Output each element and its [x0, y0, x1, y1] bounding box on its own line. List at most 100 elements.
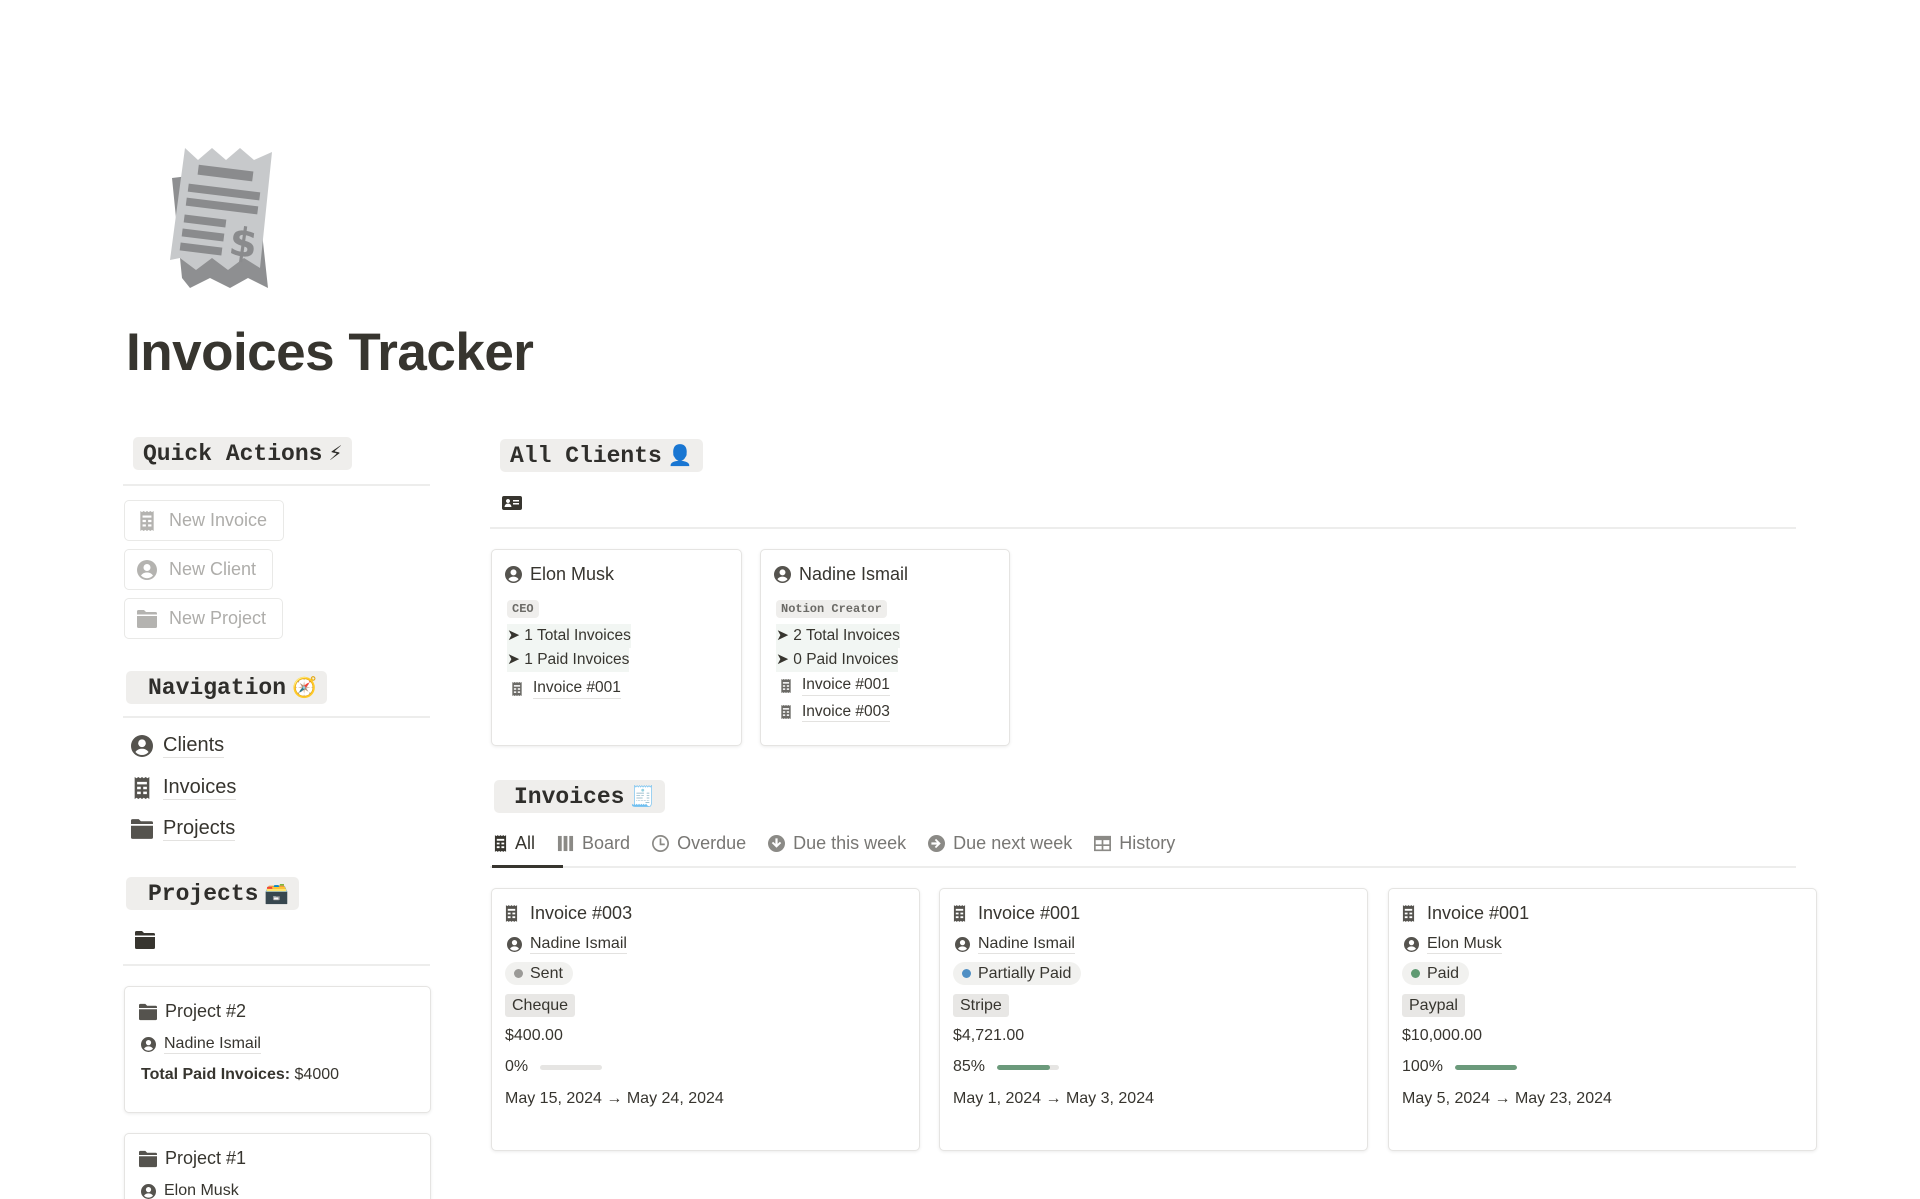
- invoice-card[interactable]: Invoice #001 Nadine Ismail Partially Pai…: [939, 888, 1368, 1151]
- invoice-title: Invoice #003: [505, 903, 906, 924]
- board-columns-icon: [557, 835, 574, 852]
- client-paid-invoices: ➤ 0 Paid Invoices: [776, 648, 899, 672]
- invoice-amount: $400.00: [505, 1027, 563, 1045]
- receipt-icon: [131, 777, 153, 799]
- client-card[interactable]: Elon Musk CEO ➤ 1 Total Invoices ➤ 1 Pai…: [491, 549, 742, 746]
- nav-link-projects[interactable]: Projects: [131, 816, 236, 841]
- status-dot: [1411, 969, 1420, 979]
- project-card[interactable]: Project #1 Elon Musk: [124, 1133, 431, 1199]
- payment-progress: 100%: [1402, 1058, 1803, 1076]
- tab-overdue[interactable]: Overdue: [652, 829, 746, 857]
- project-total-value: $4000: [294, 1066, 340, 1084]
- new-invoice-label: New Invoice: [169, 510, 268, 530]
- status-dot: [514, 969, 523, 979]
- invoice-client[interactable]: Nadine Ismail: [955, 934, 1354, 955]
- client-invoice-link[interactable]: Invoice #001: [780, 676, 996, 696]
- nav-link-clients[interactable]: Clients: [131, 733, 225, 758]
- progress-fill: [997, 1064, 1050, 1070]
- invoice-client-name: Nadine Ismail: [530, 934, 627, 955]
- folder-icon: [139, 1150, 157, 1168]
- tabs-divider: [490, 866, 1796, 868]
- user-circle-icon: [137, 560, 157, 580]
- divider: [123, 964, 430, 966]
- payment-method-tag: Cheque: [505, 994, 576, 1018]
- invoice-card[interactable]: Invoice #001 Elon Musk Paid Paypal $10,0…: [1388, 888, 1817, 1151]
- nav-link-label: Invoices: [163, 776, 237, 800]
- tab-all[interactable]: All: [494, 829, 535, 857]
- all-clients-heading-text: All Clients: [510, 443, 662, 469]
- invoice-client[interactable]: Nadine Ismail: [507, 934, 906, 955]
- invoice-client-name: Nadine Ismail: [978, 934, 1075, 955]
- new-client-label: New Client: [169, 559, 257, 579]
- new-invoice-button[interactable]: New Invoice: [124, 500, 285, 541]
- folder-icon: [137, 609, 157, 629]
- tab-label: History: [1119, 832, 1176, 853]
- invoice-title: Invoice #001: [953, 903, 1354, 924]
- projects-heading-text: Projects: [148, 881, 259, 907]
- tab-due-this-week[interactable]: Due this week: [768, 829, 906, 857]
- invoices-heading-text: Invoices: [514, 784, 625, 810]
- active-tab-indicator: [492, 865, 563, 868]
- compass-icon: 🧭: [292, 675, 317, 699]
- progress-label: 100%: [1402, 1058, 1443, 1076]
- all-clients-heading: All Clients 👤: [500, 439, 703, 472]
- user-circle-icon: [1404, 937, 1419, 952]
- progress-bar: [997, 1064, 1060, 1070]
- status-text: Paid: [1427, 964, 1460, 982]
- tab-label: All: [515, 832, 536, 853]
- project-client-name: Elon Musk: [164, 1181, 239, 1199]
- client-invoice-link[interactable]: Invoice #001: [511, 679, 728, 699]
- folder-icon[interactable]: [135, 931, 155, 949]
- tab-board[interactable]: Board: [557, 829, 630, 857]
- tab-label: Board: [582, 832, 631, 853]
- new-project-button[interactable]: New Project: [124, 598, 284, 639]
- receipt-icon: $: [160, 138, 280, 298]
- payment-method-tag: Stripe: [953, 994, 1009, 1018]
- project-total-paid: Total Paid Invoices: $4000: [141, 1066, 416, 1084]
- card-file-box-icon: 🗃️: [264, 881, 290, 905]
- progress-fill: [1454, 1064, 1517, 1070]
- invoice-card[interactable]: Invoice #003 Nadine Ismail Sent Cheque $…: [491, 888, 920, 1151]
- receipt-icon: [494, 835, 507, 852]
- contact-card-icon[interactable]: [502, 496, 522, 510]
- client-invoice-link[interactable]: Invoice #003: [780, 703, 996, 723]
- project-card[interactable]: Project #2 Nadine Ismail Total Paid Invo…: [124, 986, 431, 1113]
- divider: [490, 527, 1796, 529]
- user-circle-icon: [507, 937, 522, 952]
- status-dot: [962, 969, 971, 979]
- project-client[interactable]: Elon Musk: [141, 1181, 416, 1199]
- navigation-heading-text: Navigation: [148, 675, 287, 701]
- receipt-icon: [137, 511, 157, 531]
- nav-link-invoices[interactable]: Invoices: [131, 775, 237, 800]
- invoice-client[interactable]: Elon Musk: [1404, 934, 1803, 955]
- client-name-text: Nadine Ismail: [799, 564, 909, 584]
- progress-label: 85%: [953, 1058, 986, 1076]
- receipt-icon: [780, 705, 792, 719]
- projects-heading: Projects 🗃️: [126, 877, 300, 910]
- new-client-button[interactable]: New Client: [124, 549, 274, 590]
- client-invoice-label: Invoice #003: [802, 703, 890, 723]
- payment-progress: 85%: [953, 1058, 1354, 1076]
- tab-due-next-week[interactable]: Due next week: [928, 829, 1072, 857]
- client-card[interactable]: Nadine Ismail Notion Creator ➤ 2 Total I…: [760, 549, 1010, 746]
- project-title-text: Project #1: [165, 1148, 247, 1168]
- user-circle-icon: [141, 1037, 156, 1052]
- client-name-text: Elon Musk: [530, 564, 615, 584]
- client-total-invoices: ➤ 2 Total Invoices: [776, 624, 900, 648]
- table-icon: [1094, 835, 1111, 852]
- nav-link-label: Projects: [163, 817, 236, 841]
- lightning-icon: ⚡: [328, 441, 343, 465]
- nav-link-label: Clients: [163, 734, 225, 758]
- client-role-badge: CEO: [507, 600, 539, 618]
- status-text: Sent: [530, 964, 563, 982]
- user-circle-icon: [505, 566, 522, 583]
- new-project-label: New Project: [169, 608, 267, 628]
- status-text: Partially Paid: [978, 964, 1072, 982]
- progress-bar: [540, 1064, 603, 1070]
- client-total-invoices: ➤ 1 Total Invoices: [507, 624, 631, 648]
- project-client[interactable]: Nadine Ismail: [141, 1034, 416, 1055]
- project-total-label: Total Paid Invoices:: [141, 1066, 291, 1084]
- folder-icon: [139, 1003, 157, 1021]
- tab-history[interactable]: History: [1094, 829, 1175, 857]
- divider: [123, 716, 430, 718]
